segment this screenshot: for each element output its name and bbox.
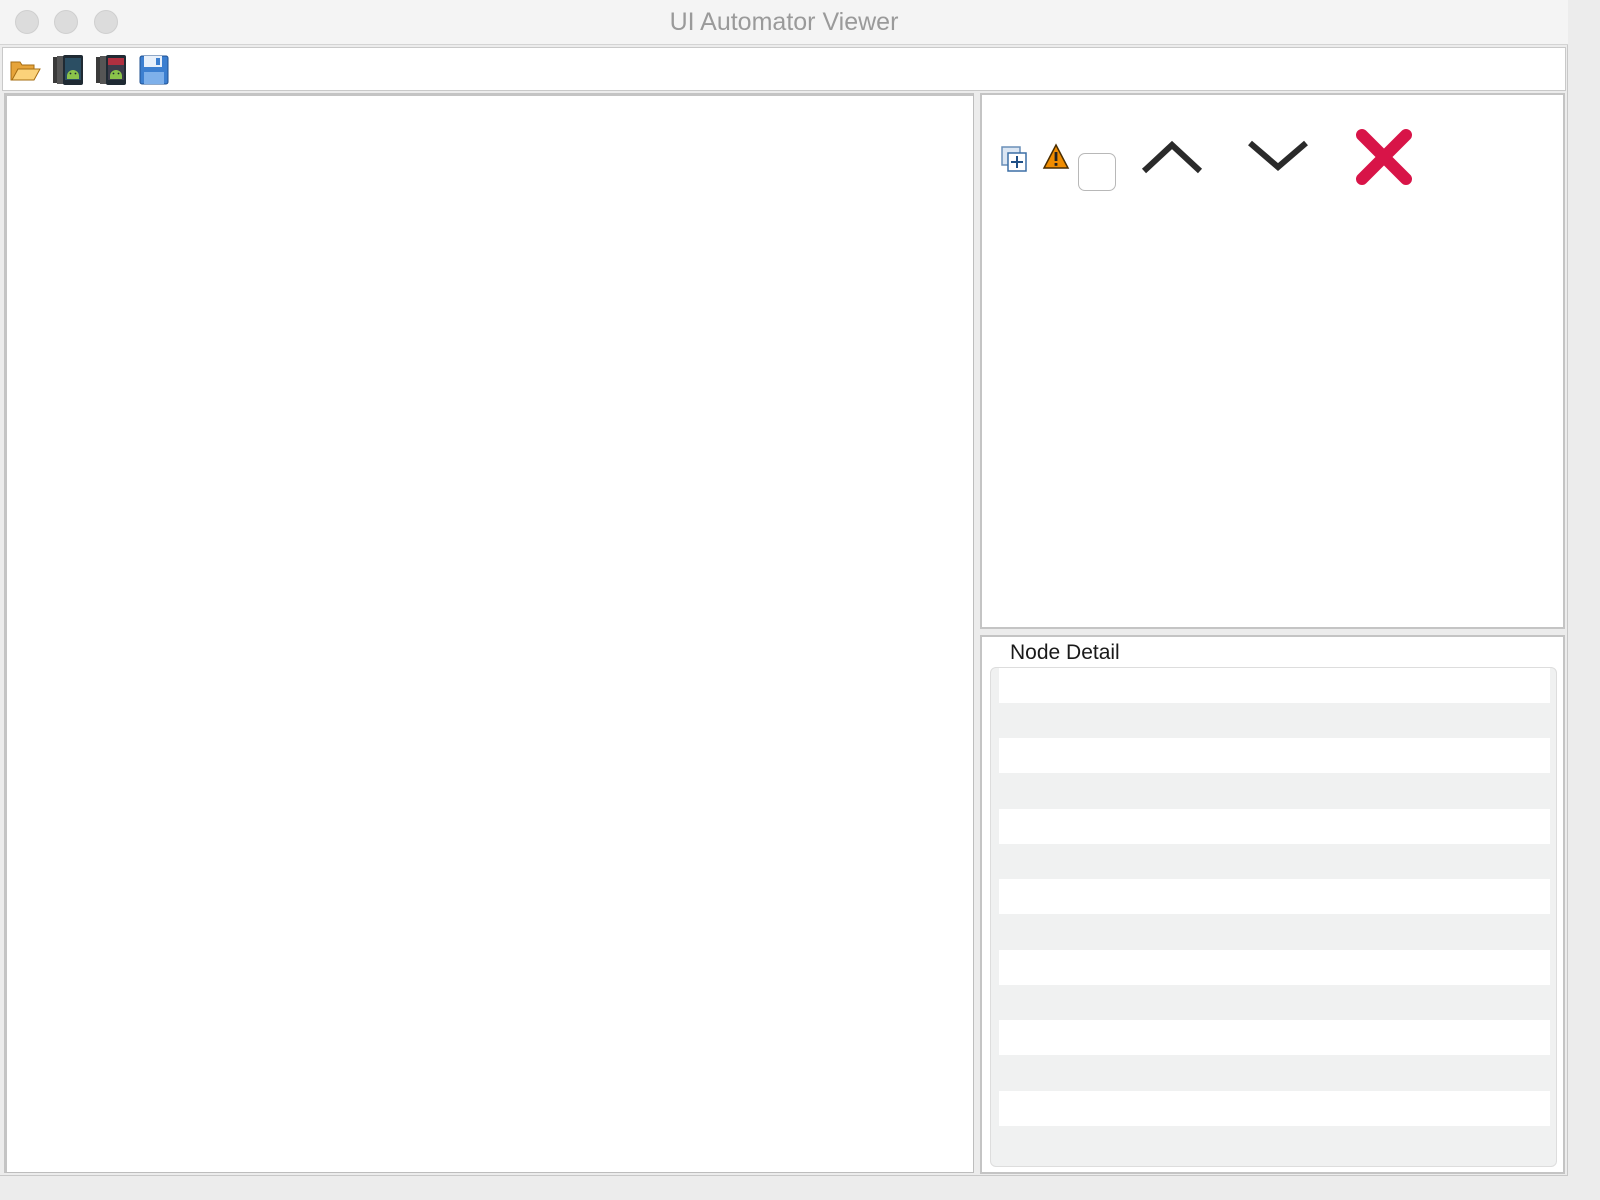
screenshot-panel[interactable]: [4, 93, 974, 1173]
app-window: UI Automator Viewer Node Detail: [0, 0, 1568, 1176]
device-screenshot-compressed-icon[interactable]: [95, 54, 127, 86]
main-toolbar: [2, 47, 1566, 91]
table-row[interactable]: [999, 809, 1550, 844]
table-row[interactable]: [999, 738, 1550, 773]
table-row[interactable]: [999, 1020, 1550, 1055]
title-bar: UI Automator Viewer: [0, 0, 1568, 45]
next-arrow-icon[interactable]: [1246, 133, 1310, 177]
open-icon[interactable]: [9, 54, 41, 86]
previous-arrow-icon[interactable]: [1140, 135, 1204, 179]
hierarchy-tree-panel[interactable]: [980, 93, 1565, 629]
node-detail-title: Node Detail: [1010, 641, 1120, 664]
node-detail-panel: Node Detail: [980, 635, 1565, 1174]
tree-toolbar: [982, 125, 1563, 195]
table-row[interactable]: [999, 950, 1550, 985]
device-screenshot-icon[interactable]: [52, 54, 84, 86]
filter-checkbox[interactable]: [1078, 153, 1116, 191]
table-row[interactable]: [999, 668, 1550, 703]
expand-all-icon[interactable]: [1000, 145, 1030, 175]
node-detail-table: [990, 667, 1557, 1167]
window-title: UI Automator Viewer: [669, 8, 899, 36]
table-row[interactable]: [999, 1091, 1550, 1126]
warning-icon[interactable]: [1042, 143, 1070, 171]
clear-icon[interactable]: [1354, 127, 1414, 187]
table-row[interactable]: [999, 879, 1550, 914]
save-icon[interactable]: [138, 54, 170, 86]
